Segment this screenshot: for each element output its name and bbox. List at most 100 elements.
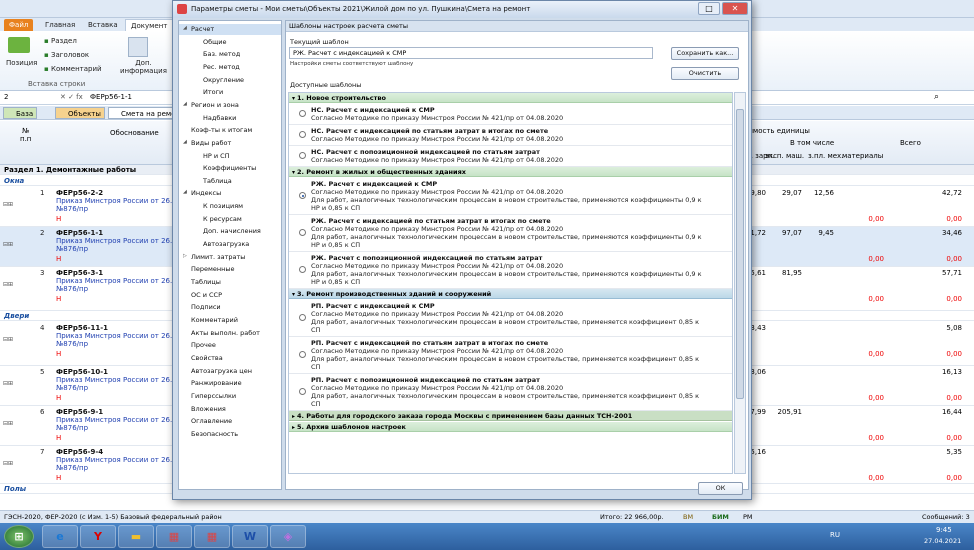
tree-item[interactable]: К позициям <box>179 201 281 212</box>
tree-item[interactable]: НР и СП <box>179 151 281 162</box>
template-radio[interactable] <box>299 266 306 273</box>
template-item[interactable]: РЖ. Расчет с индексацией по статьям затр… <box>289 215 732 252</box>
tab-objects[interactable]: Объекты <box>55 107 105 119</box>
group-toggle-icon[interactable]: ▾ <box>292 169 295 176</box>
tree-item[interactable]: Прочее <box>179 340 281 351</box>
template-radio[interactable] <box>299 351 306 358</box>
row-expander-icon[interactable]: ⊟⊞ <box>3 336 13 343</box>
tree-item[interactable]: Вложения <box>179 404 281 415</box>
status-rm[interactable]: РМ <box>743 511 753 523</box>
status-messages[interactable]: Сообщений: 3 <box>922 511 970 523</box>
row-expander-icon[interactable]: ⊟⊞ <box>3 201 13 208</box>
tree-expander-icon[interactable]: ▷ <box>183 253 187 259</box>
group-toggle-icon[interactable]: ▾ <box>292 95 295 102</box>
tree-item[interactable]: ОС и ССР <box>179 290 281 301</box>
group-toggle-icon[interactable]: ▸ <box>292 424 295 431</box>
tree-item[interactable]: Акты выполн. работ <box>179 328 281 339</box>
row-expander-icon[interactable]: ⊟⊞ <box>3 241 13 248</box>
tree-item[interactable]: Доп. начисления <box>179 226 281 237</box>
tree-item[interactable]: Общие <box>179 37 281 48</box>
position-button[interactable]: Позиция <box>6 59 37 67</box>
start-icon[interactable]: ⊞ <box>4 525 34 548</box>
tree-item[interactable]: Безопасность <box>179 429 281 440</box>
ok-button[interactable]: ОК <box>698 482 743 495</box>
tree-item[interactable]: Подписи <box>179 302 281 313</box>
group-toggle-icon[interactable]: ▾ <box>292 291 295 298</box>
template-item[interactable]: РП. Расчет с индексацией к СМР Согласно М… <box>289 300 732 337</box>
tree-item[interactable]: Таблицы <box>179 277 281 288</box>
word-icon[interactable]: W <box>232 525 268 548</box>
template-group-header[interactable]: ▾ 2. Ремонт в жилых и общественных здания… <box>289 167 732 177</box>
tree-item[interactable]: Коэф-ты к итогам <box>179 125 281 136</box>
row-expander-icon[interactable]: ⊟⊞ <box>3 380 13 387</box>
tray-lang[interactable]: RU <box>830 531 840 539</box>
insert-header-button[interactable]: ▪ Заголовок <box>44 51 89 59</box>
current-template-field[interactable]: РЖ. Расчет с индексацией к СМР <box>289 47 653 59</box>
formula-input[interactable]: ФЕРр56-1-1 <box>90 93 132 101</box>
row-expander-icon[interactable]: ⊟⊞ <box>3 281 13 288</box>
tree-item[interactable]: Оглавление <box>179 416 281 427</box>
tree-item[interactable]: Переменные <box>179 264 281 275</box>
tree-item[interactable]: Автозагрузка цен <box>179 366 281 377</box>
tree-item[interactable]: Рес. метод <box>179 62 281 73</box>
tree-item[interactable]: ◢ Индексы <box>179 188 281 199</box>
tab-home[interactable]: Главная <box>40 19 80 31</box>
save-as-button[interactable]: Сохранить как... <box>671 47 739 60</box>
tab-file[interactable]: Файл <box>4 19 34 31</box>
template-radio[interactable] <box>299 131 306 138</box>
tree-item[interactable]: ◢ Регион и зона <box>179 100 281 111</box>
tree-expander-icon[interactable]: ◢ <box>183 139 187 145</box>
template-radio[interactable] <box>299 314 306 321</box>
row-expander-icon[interactable]: ⊟⊞ <box>3 460 13 467</box>
search-icon[interactable]: ⌕ <box>934 92 939 102</box>
ie-icon[interactable]: e <box>42 525 78 548</box>
tree-item[interactable]: Надбавки <box>179 113 281 124</box>
tab-document[interactable]: Документ <box>125 19 174 31</box>
tree-item[interactable]: ◢ Виды работ <box>179 138 281 149</box>
template-radio[interactable] <box>299 152 306 159</box>
template-group-header[interactable]: ▸ 5. Архив шаблонов настроек <box>289 422 732 432</box>
template-item[interactable]: НС. Расчет с индексацией к СМР Согласно М… <box>289 104 732 125</box>
tree-item[interactable]: ▷ Лимит. затраты <box>179 252 281 263</box>
folder-icon[interactable]: ▬ <box>118 525 154 548</box>
template-item[interactable]: НС. Расчет с индексацией по статьям затр… <box>289 125 732 146</box>
tree-item[interactable]: Таблица <box>179 176 281 187</box>
extra-info-button[interactable]: Доп. информация <box>120 59 167 75</box>
tree-item[interactable]: Баз. метод <box>179 49 281 60</box>
tree-item[interactable]: Коэффициенты <box>179 163 281 174</box>
insert-comment-button[interactable]: ▪ Комментарий <box>44 65 102 73</box>
clear-button[interactable]: Очистить <box>671 67 739 80</box>
tree-item[interactable]: Комментарий <box>179 315 281 326</box>
scroll-thumb[interactable] <box>736 109 744 399</box>
template-item[interactable]: РЖ. Расчет с индексацией к СМР Согласно М… <box>289 178 732 215</box>
tree-item[interactable]: Автозагрузка <box>179 239 281 250</box>
template-item[interactable]: РП. Расчет с индексацией по статьям затр… <box>289 337 732 374</box>
template-item[interactable]: НС. Расчет с попозиционной индексацией п… <box>289 146 732 167</box>
template-radio[interactable] <box>299 192 306 199</box>
close-button[interactable]: ✕ <box>722 2 748 15</box>
maximize-button[interactable]: □ <box>698 2 720 15</box>
app-icon[interactable]: ◈ <box>270 525 306 548</box>
tree-expander-icon[interactable]: ◢ <box>183 101 187 107</box>
template-item[interactable]: РЖ. Расчет с попозиционной индексацией п… <box>289 252 732 289</box>
row-expander-icon[interactable]: ⊟⊞ <box>3 420 13 427</box>
tree-item[interactable]: К ресурсам <box>179 214 281 225</box>
status-bim[interactable]: БИМ <box>712 511 729 523</box>
template-group-header[interactable]: ▾ 1. Новое строительство <box>289 93 732 103</box>
template-radio[interactable] <box>299 388 306 395</box>
estimate-app-icon[interactable]: ▦ <box>156 525 192 548</box>
tab-base[interactable]: База <box>3 107 38 119</box>
tree-item[interactable]: ◢ Расчет <box>179 24 281 35</box>
cell-ref[interactable]: 2 <box>4 93 8 101</box>
template-radio[interactable] <box>299 229 306 236</box>
template-group-header[interactable]: ▾ 3. Ремонт производственных зданий и соо… <box>289 289 732 299</box>
tree-expander-icon[interactable]: ◢ <box>183 189 187 195</box>
estimate-app2-icon[interactable]: ▦ <box>194 525 230 548</box>
tree-item[interactable]: Свойства <box>179 353 281 364</box>
tree-expander-icon[interactable]: ◢ <box>183 25 187 31</box>
insert-section-button[interactable]: ▪ Раздел <box>44 37 77 45</box>
status-vm[interactable]: ВМ <box>683 511 693 523</box>
template-group-header[interactable]: ▸ 4. Работы для городского заказа города … <box>289 411 732 421</box>
tree-item[interactable]: Гиперссылки <box>179 391 281 402</box>
template-item[interactable]: РП. Расчет с попозиционной индексацией п… <box>289 374 732 411</box>
